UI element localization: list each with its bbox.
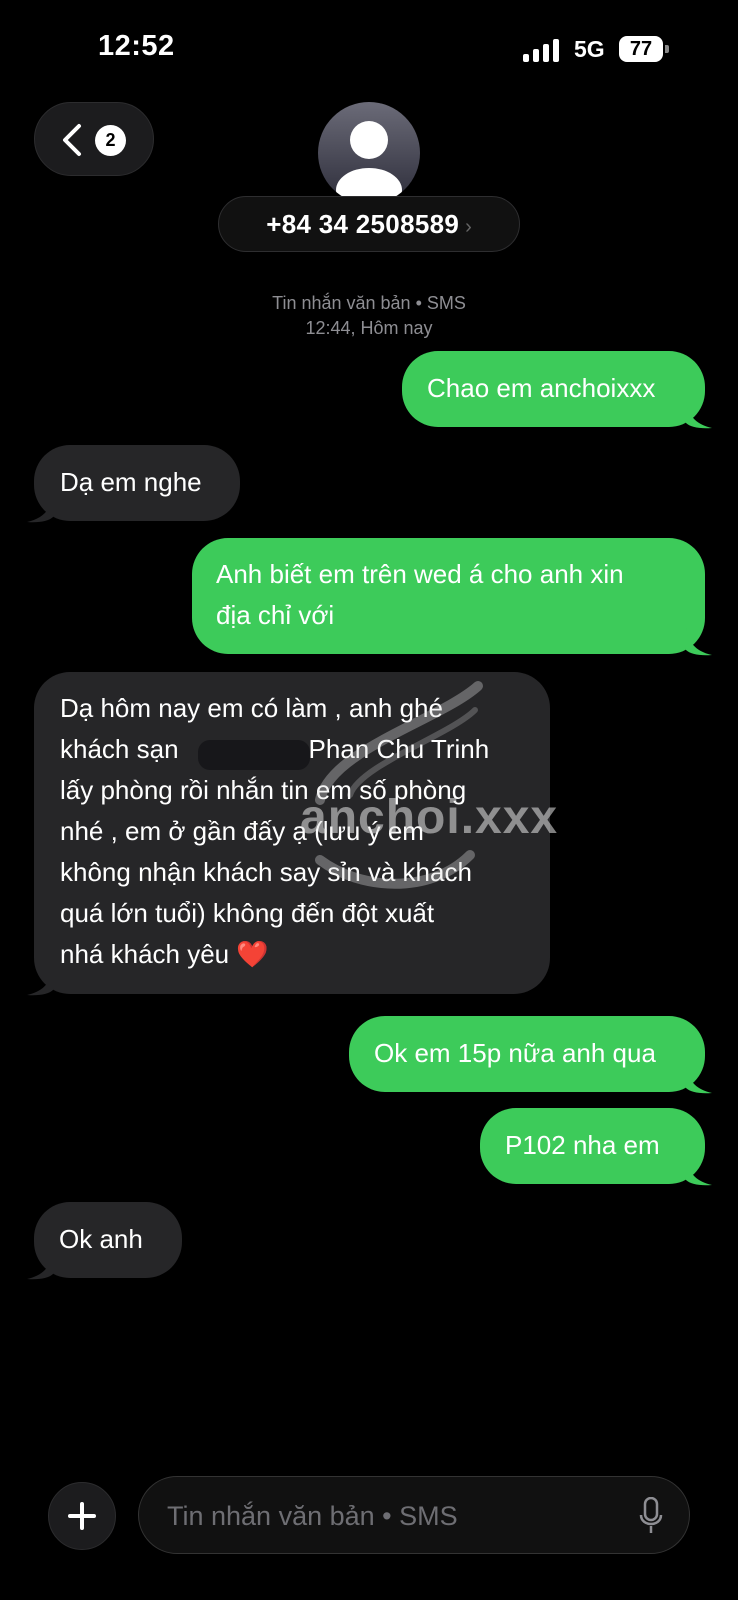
person-icon xyxy=(336,121,402,204)
battery-icon: 77 xyxy=(619,36,669,62)
message-bubble-outgoing[interactable]: Anh biết em trên wed á cho anh xin địa c… xyxy=(192,538,712,656)
message-text: Ok em 15p nữa anh qua xyxy=(374,1038,656,1068)
message-text: Dạ em nghe xyxy=(60,467,202,497)
message-text-line: nhá khách yêu ❤️ xyxy=(60,939,269,969)
message-compose-field[interactable] xyxy=(138,1476,690,1555)
redaction-scribble xyxy=(198,740,310,770)
contact-name-button[interactable]: +84 34 2508589 › xyxy=(218,196,520,252)
back-button[interactable]: 2 xyxy=(34,102,154,176)
unread-badge: 2 xyxy=(95,125,126,156)
chevron-left-icon xyxy=(63,124,81,156)
message-bubble-outgoing[interactable]: Chao em anchoixxx xyxy=(402,351,712,429)
message-text-line: địa chỉ với xyxy=(216,600,335,630)
watermark-text: anchoi.xxx xyxy=(300,791,559,844)
message-text: Ok anh xyxy=(59,1224,143,1254)
message-type-label: Tin nhắn văn bản • SMS xyxy=(272,293,466,313)
network-type: 5G xyxy=(574,36,605,62)
contact-avatar[interactable] xyxy=(318,102,420,204)
microphone-icon[interactable] xyxy=(639,1497,663,1535)
contact-number: +84 34 2508589 xyxy=(266,209,460,239)
message-text-line: Anh biết em trên wed á cho anh xin xyxy=(216,559,624,589)
message-bubble-incoming[interactable]: Dạ em nghe xyxy=(27,445,240,523)
message-bubble-outgoing[interactable]: Ok em 15p nữa anh qua xyxy=(349,1016,712,1094)
message-timestamp: 12:44, Hôm nay xyxy=(305,318,433,338)
battery-level: 77 xyxy=(619,36,663,62)
message-text: P102 nha em xyxy=(505,1130,660,1160)
cellular-signal-icon xyxy=(523,38,563,62)
message-bubble-incoming[interactable]: Ok anh xyxy=(27,1202,182,1280)
message-bubble-outgoing[interactable]: P102 nha em xyxy=(480,1108,712,1186)
chevron-right-icon: › xyxy=(465,216,472,238)
add-attachment-button[interactable] xyxy=(48,1482,116,1550)
status-time: 12:52 xyxy=(98,30,175,62)
message-input[interactable] xyxy=(165,1477,629,1555)
message-text: Chao em anchoixxx xyxy=(427,373,656,403)
